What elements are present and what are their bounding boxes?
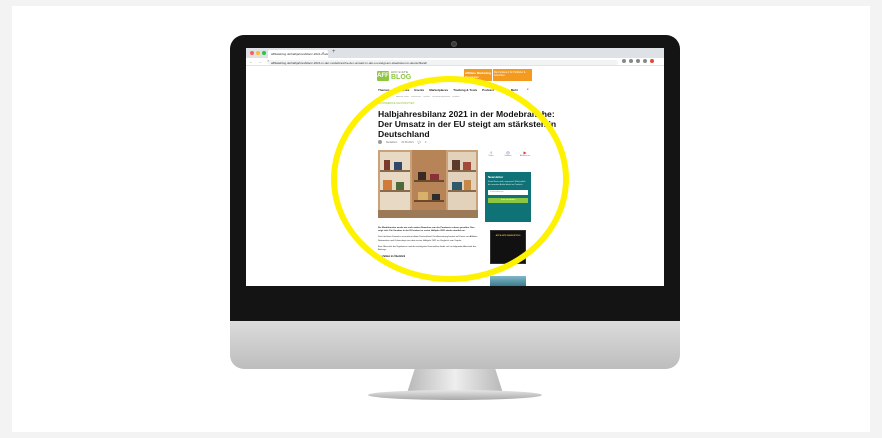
maximize-window-icon[interactable]: [262, 51, 266, 55]
browser-tab[interactable]: affiliateblog.de/halbjahresbilanz-2021-m…: [268, 50, 328, 58]
extension-icon[interactable]: [636, 59, 640, 63]
extension-icons: [622, 59, 654, 63]
site-logo[interactable]: AFF AFFILIATE BLOG: [377, 70, 411, 81]
banner-text: Die Konferenz für Publisher & Advertiser: [492, 69, 532, 81]
browser-tabbar: affiliateblog.de/halbjahresbilanz-2021-m…: [246, 48, 664, 58]
new-tab-icon[interactable]: +: [332, 49, 336, 55]
extension-icon[interactable]: [629, 59, 633, 63]
logo-bottom-text: BLOG: [391, 74, 412, 81]
profile-icon[interactable]: [650, 59, 654, 63]
search-icon[interactable]: ⌕: [527, 87, 529, 91]
address-bar-row: ← → ↻ affiliateblog.de/halbjahresbilanz-…: [246, 58, 664, 66]
minimize-window-icon[interactable]: [256, 51, 260, 55]
logo-mark: AFF: [377, 70, 389, 81]
tab-close-icon[interactable]: ×: [322, 50, 324, 55]
window-controls: [250, 51, 266, 55]
extension-icon[interactable]: [622, 59, 626, 63]
extension-icon[interactable]: [643, 59, 647, 63]
close-window-icon[interactable]: [250, 51, 254, 55]
monitor-foot: [368, 390, 542, 400]
monitor-chin: [230, 321, 680, 369]
url-field[interactable]: affiliateblog.de/halbjahresbilanz-2021-i…: [268, 59, 618, 65]
camera-icon: [451, 41, 457, 47]
highlight-circle: [331, 76, 569, 282]
sidebar-ad[interactable]: [490, 276, 526, 286]
